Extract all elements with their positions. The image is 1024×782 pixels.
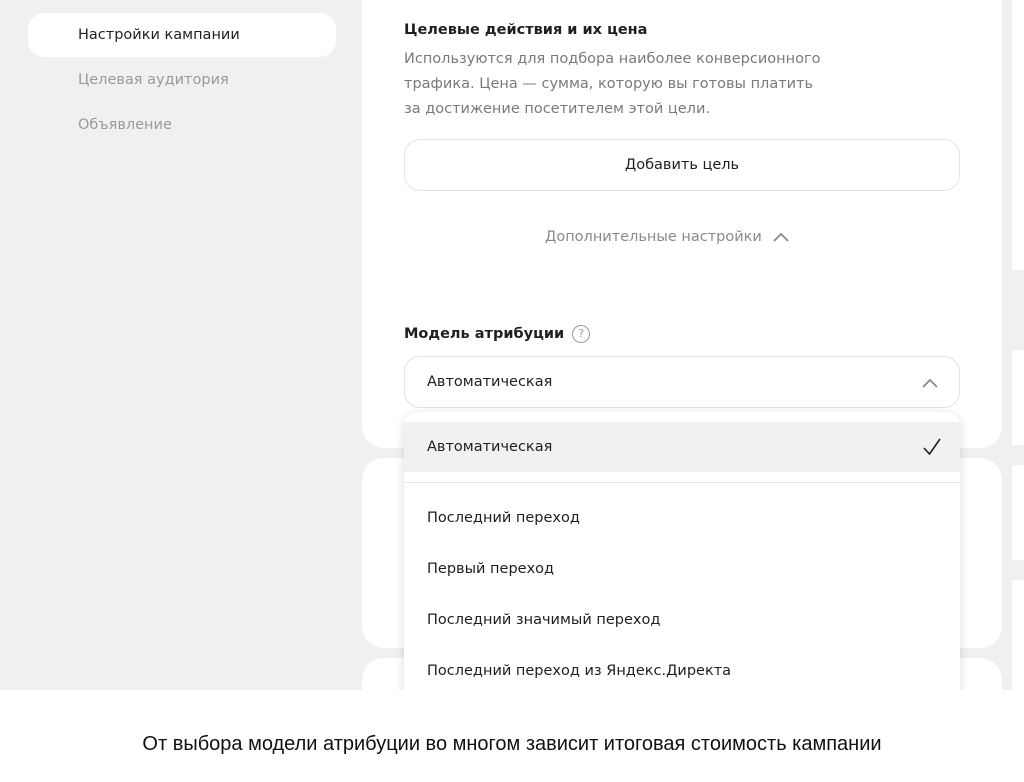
dropdown-option-last-yandex-direct-click[interactable]: Последний переход из Яндекс.Директа xyxy=(404,646,960,690)
chevron-up-icon xyxy=(773,232,789,242)
right-edge-panel xyxy=(1012,350,1024,445)
sidebar-item-label: Целевая аудитория xyxy=(78,72,229,88)
sidebar-item-label: Объявление xyxy=(78,117,172,133)
dropdown-divider xyxy=(404,482,960,483)
goals-title: Целевые действия и их цена xyxy=(404,22,648,38)
advanced-settings-toggle[interactable]: Дополнительные настройки xyxy=(545,229,790,245)
attribution-model-value: Автоматическая xyxy=(427,374,553,390)
checkmark-icon xyxy=(923,438,941,456)
attribution-model-dropdown: Автоматическая Последний переход Первый … xyxy=(404,412,960,690)
add-goal-button[interactable]: Добавить цель xyxy=(404,139,960,191)
goals-description-line: за достижение посетителем этой цели. xyxy=(404,101,710,117)
goals-description-line: Используются для подбора наиболее конвер… xyxy=(404,51,821,67)
dropdown-option-automatic[interactable]: Автоматическая xyxy=(404,422,960,472)
attribution-model-label: Модель атрибуции ? xyxy=(404,325,591,343)
attribution-model-select[interactable]: Автоматическая xyxy=(404,356,960,408)
app-window: Настройки кампании Целевая аудитория Объ… xyxy=(0,0,1024,690)
sidebar-item-label: Настройки кампании xyxy=(78,27,240,43)
figure-caption: От выбора модели атрибуции во многом зав… xyxy=(142,733,882,755)
dropdown-option-label: Последний переход xyxy=(427,510,580,526)
sidebar-item-ad[interactable]: Объявление xyxy=(28,103,336,147)
dropdown-option-label: Последний переход из Яндекс.Директа xyxy=(427,663,732,679)
goals-description-line: трафика. Цена — сумма, которую вы готовы… xyxy=(404,76,814,92)
right-edge-panel xyxy=(1012,580,1024,690)
dropdown-option-label: Последний значимый переход xyxy=(427,612,661,628)
sidebar-item-campaign-settings[interactable]: Настройки кампании xyxy=(28,13,336,57)
question-circle-icon[interactable]: ? xyxy=(572,325,591,343)
dropdown-option-last-click[interactable]: Последний переход xyxy=(404,493,960,543)
goals-description: Используются для подбора наиболее конвер… xyxy=(404,47,924,122)
advanced-settings-label: Дополнительные настройки xyxy=(545,229,762,245)
right-edge-panel xyxy=(1012,465,1024,560)
sidebar-item-target-audience[interactable]: Целевая аудитория xyxy=(28,58,336,102)
attribution-model-title: Модель атрибуции xyxy=(404,326,565,342)
right-edge-panel xyxy=(1012,0,1024,270)
dropdown-option-last-significant-click[interactable]: Последний значимый переход xyxy=(404,595,960,645)
dropdown-option-label: Автоматическая xyxy=(427,439,553,455)
dropdown-option-first-click[interactable]: Первый переход xyxy=(404,544,960,594)
dropdown-option-label: Первый переход xyxy=(427,561,555,577)
chevron-up-icon xyxy=(922,378,938,388)
